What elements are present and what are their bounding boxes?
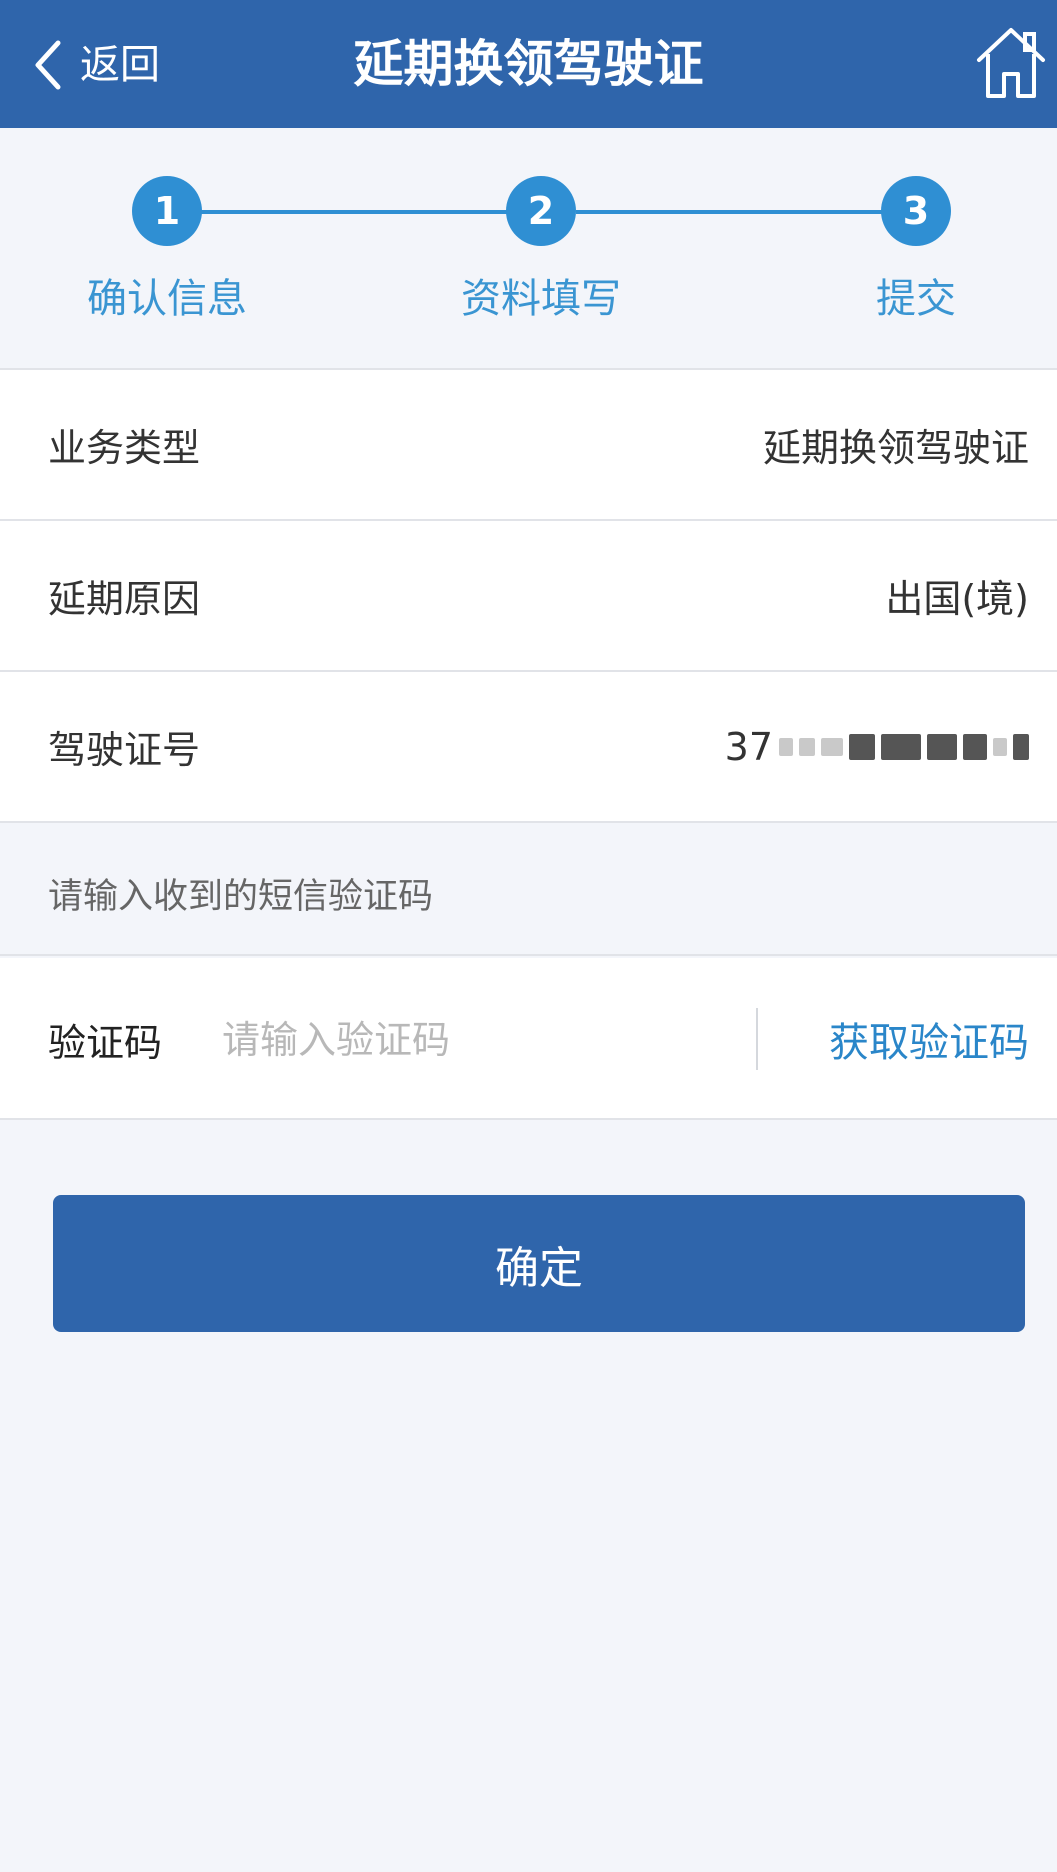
step-connector-1 <box>200 210 546 214</box>
info-row-business-type: 业务类型 延期换领驾驶证 <box>0 370 1057 521</box>
step-2-label: 资料填写 <box>461 276 621 322</box>
delay-reason-value: 出国(境) <box>885 577 1029 621</box>
redaction-block <box>993 737 1007 756</box>
step-1-label: 确认信息 <box>87 276 247 322</box>
business-type-value: 延期换领驾驶证 <box>762 426 1029 470</box>
redaction-block <box>963 733 987 760</box>
step-connector-2 <box>576 210 922 214</box>
verification-code-label: 验证码 <box>48 1020 163 1065</box>
verification-code-input[interactable] <box>220 1002 724 1078</box>
confirm-button[interactable]: 确定 <box>53 1195 1025 1332</box>
info-row-license-number: 驾驶证号 37 <box>0 672 1057 823</box>
redaction-block <box>881 733 921 760</box>
step-3-label: 提交 <box>876 276 956 322</box>
business-type-label: 业务类型 <box>48 426 201 470</box>
license-number-masked-value: 37 <box>725 725 1029 769</box>
sms-hint: 请输入收到的短信验证码 <box>0 832 1057 956</box>
header-bar: 返回 延期换领驾驶证 <box>0 0 1057 128</box>
redaction-block <box>799 737 815 756</box>
code-divider <box>756 1008 758 1070</box>
license-number-prefix: 37 <box>724 724 773 769</box>
get-code-button[interactable]: 获取验证码 <box>829 958 1029 1120</box>
step-1-circle: 1 <box>132 176 202 246</box>
page-title: 延期换领驾驶证 <box>353 35 704 93</box>
step-3-circle: 3 <box>881 176 951 246</box>
redaction-block <box>1013 733 1029 760</box>
verification-code-row: 验证码 获取验证码 <box>0 958 1057 1120</box>
info-list: 业务类型 延期换领驾驶证 延期原因 出国(境) 驾驶证号 37 <box>0 368 1057 823</box>
step-2-circle: 2 <box>506 176 576 246</box>
progress-stepper: 1 2 3 确认信息 资料填写 提交 <box>0 128 1057 368</box>
page: 返回 延期换领驾驶证 1 2 3 确认信息 资料填写 提交 业务类型 延期换领驾… <box>0 0 1057 1872</box>
redaction-block <box>821 737 843 756</box>
info-row-delay-reason: 延期原因 出国(境) <box>0 521 1057 672</box>
sms-hint-text: 请输入收到的短信验证码 <box>48 876 434 917</box>
delay-reason-label: 延期原因 <box>48 577 201 621</box>
home-icon[interactable] <box>973 22 1049 102</box>
license-number-label: 驾驶证号 <box>48 728 201 772</box>
redaction-block <box>849 733 875 760</box>
redaction-block <box>779 737 793 756</box>
redaction-block <box>927 733 957 760</box>
